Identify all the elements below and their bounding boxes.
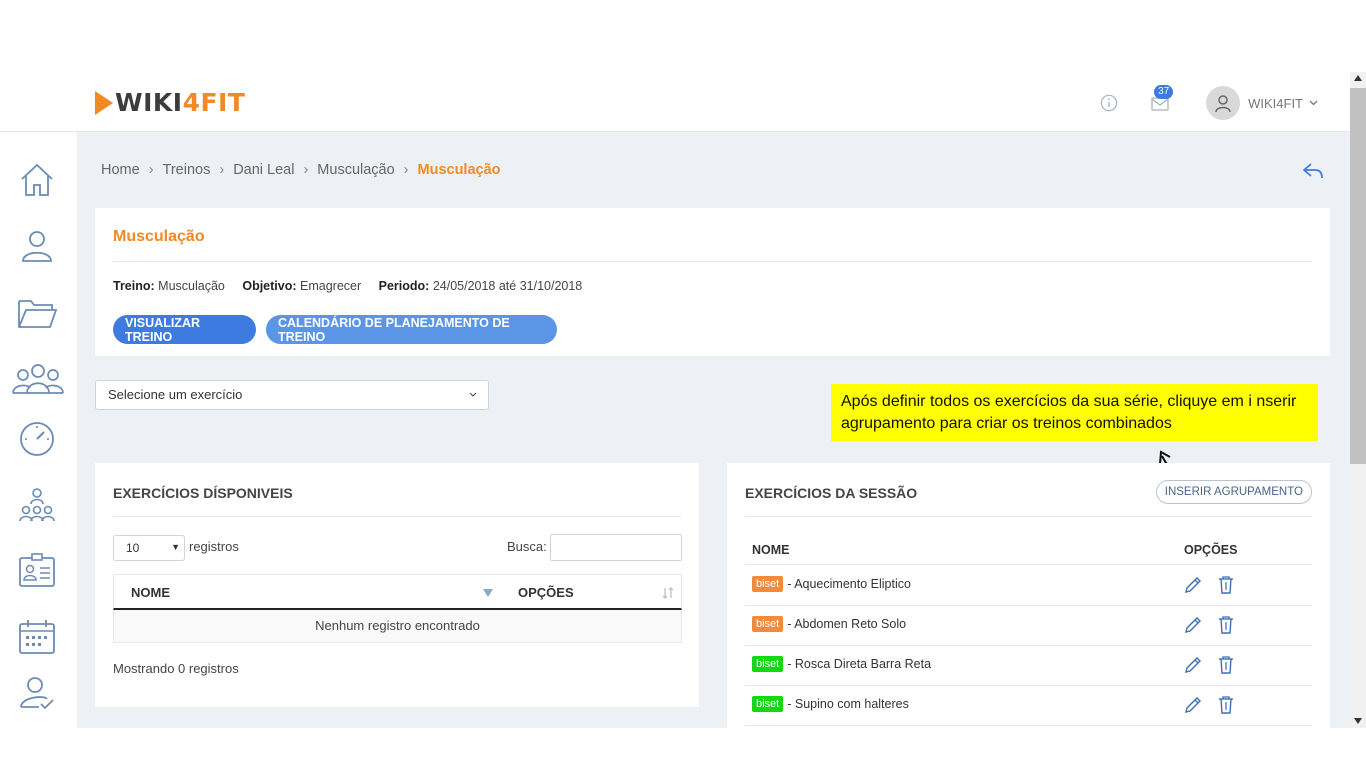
scroll-thumb[interactable] (1350, 88, 1366, 464)
exercise-select[interactable]: Selecione um exercício (95, 380, 489, 410)
breadcrumb: Home › Treinos › Dani Leal › Musculação … (101, 162, 501, 178)
biset-tag: biset (752, 616, 784, 632)
trash-icon[interactable] (1217, 695, 1235, 715)
session-table-header: NOME OPÇÕES (745, 537, 1312, 565)
breadcrumb-home[interactable]: Home (101, 162, 140, 178)
calendario-planejamento-button[interactable]: CALENDÁRIO DE PLANEJAMENTO DE TREINO (266, 315, 557, 344)
col-nome: NOME (752, 543, 790, 557)
visualizar-treino-button[interactable]: VISUALIZAR TREINO (113, 315, 256, 344)
sort-icon[interactable] (661, 586, 675, 600)
breadcrumb-treinos[interactable]: Treinos (163, 162, 211, 178)
workout-title: Musculação (113, 228, 205, 245)
id-card-icon[interactable] (14, 548, 60, 594)
home-icon[interactable] (14, 157, 60, 203)
breadcrumb-separator-icon: › (219, 162, 225, 178)
biset-tag: biset (752, 656, 784, 672)
col-nome[interactable]: NOME (131, 585, 170, 600)
back-reply-icon[interactable] (1302, 161, 1324, 181)
pencil-edit-icon[interactable] (1183, 695, 1203, 715)
exercise-name: - Rosca Direta Barra Reta (787, 657, 932, 671)
divider (745, 516, 1312, 517)
breadcrumb-separator-icon: › (303, 162, 309, 178)
table-empty-row: Nenhum registro encontrado (113, 610, 682, 643)
breadcrumb-active: Musculação (417, 162, 501, 178)
col-opcoes: OPÇÕES (1184, 543, 1238, 557)
trash-icon[interactable] (1217, 615, 1235, 635)
sidebar (0, 132, 77, 728)
page-scrollbar[interactable] (1350, 72, 1366, 728)
biset-tag: biset (752, 576, 784, 592)
periodo-value: 24/05/2018 até 31/10/2018 (432, 279, 583, 293)
chevron-down-icon (469, 392, 477, 397)
divider (113, 516, 681, 517)
pencil-edit-icon[interactable] (1183, 615, 1203, 635)
search-input[interactable] (550, 534, 682, 561)
user-check-icon[interactable] (14, 670, 60, 716)
page-length-label: registros (189, 539, 239, 554)
chevron-down-icon (1309, 100, 1318, 106)
trash-icon[interactable] (1217, 655, 1235, 675)
mail-notifications[interactable]: 37 (1150, 85, 1174, 113)
group-icon[interactable] (10, 357, 66, 403)
scroll-down-icon[interactable] (1354, 718, 1362, 724)
exercise-name: - Supino com halteres (787, 697, 909, 711)
exercise-name: - Aquecimento Eliptico (787, 577, 911, 591)
top-header: WIKI4FIT 37 WIKI4FIT (0, 72, 1350, 132)
treino-label: Treino: (113, 279, 155, 293)
objetivo-value: Emagrecer (300, 279, 362, 293)
col-opcoes[interactable]: OPÇÕES (518, 585, 574, 600)
objetivo-label: Objetivo: (242, 279, 297, 293)
breadcrumb-musculacao[interactable]: Musculação (317, 162, 394, 178)
breadcrumb-separator-icon: › (148, 162, 154, 178)
breadcrumb-separator-icon: › (403, 162, 409, 178)
inserir-agrupamento-button[interactable]: INSERIR AGRUPAMENTO (1155, 480, 1312, 504)
table-header: NOME OPÇÕES (113, 574, 682, 610)
available-title: EXERCÍCIOS DÍSPONIVEIS (113, 485, 293, 501)
session-title: EXERCÍCIOS DA SESSÃO (745, 485, 918, 501)
header-actions: 37 WIKI4FIT (1100, 85, 1318, 120)
available-exercises-card: EXERCÍCIOS DÍSPONIVEIS 10 ▼ registros Bu… (95, 463, 699, 707)
sort-desc-icon[interactable] (483, 589, 493, 597)
periodo-label: Periodo: (378, 279, 430, 293)
scroll-up-icon[interactable] (1354, 75, 1362, 81)
info-icon[interactable] (1100, 94, 1118, 112)
folder-icon[interactable] (14, 290, 60, 336)
user-menu[interactable]: WIKI4FIT (1248, 96, 1318, 111)
table-row: biset - Abdomen Reto Solo (745, 606, 1312, 646)
pencil-edit-icon[interactable] (1183, 575, 1203, 595)
divider (113, 261, 1312, 262)
table-info: Mostrando 0 registros (113, 661, 239, 676)
notification-badge: 37 (1154, 85, 1174, 99)
trash-icon[interactable] (1217, 575, 1235, 595)
page-length-select[interactable]: 10 ▼ (113, 535, 185, 561)
wiki4fit-logo[interactable]: WIKI4FIT (95, 88, 245, 117)
search-label: Busca: (507, 539, 547, 554)
speedometer-icon[interactable] (14, 415, 60, 461)
avatar[interactable] (1206, 86, 1241, 120)
logo-play-icon (95, 90, 113, 115)
exercise-name: - Abdomen Reto Solo (787, 617, 907, 631)
logo-text-part2: 4FIT (182, 88, 246, 117)
caret-down-icon: ▼ (171, 542, 180, 552)
workout-meta: Treino: Musculação Objetivo: Emagrecer P… (113, 279, 596, 293)
hierarchy-icon[interactable] (14, 482, 60, 528)
logo-text-part1: WIKI (115, 88, 183, 117)
user-avatar-icon (1215, 95, 1231, 113)
workout-card: Musculação Treino: Musculação Objetivo: … (95, 208, 1330, 356)
pencil-edit-icon[interactable] (1183, 655, 1203, 675)
exercise-select-value: Selecione um exercício (108, 387, 243, 402)
user-name: WIKI4FIT (1248, 95, 1303, 111)
calendar-icon[interactable] (14, 614, 60, 660)
table-row: biset - Aquecimento Eliptico (745, 566, 1312, 606)
user-icon[interactable] (14, 223, 60, 269)
session-exercises-card: EXERCÍCIOS DA SESSÃO INSERIR AGRUPAMENTO… (727, 463, 1330, 728)
breadcrumb-dani-leal[interactable]: Dani Leal (233, 162, 294, 178)
table-row: biset - Supino com halteres (745, 686, 1312, 726)
table-row: biset - Rosca Direta Barra Reta (745, 646, 1312, 686)
page-length-value: 10 (126, 541, 140, 555)
biset-tag: biset (752, 696, 784, 712)
help-tooltip: Após definir todos os exercícios da sua … (831, 384, 1318, 441)
main-content: Home › Treinos › Dani Leal › Musculação … (77, 132, 1350, 728)
treino-value: Musculação (158, 279, 225, 293)
